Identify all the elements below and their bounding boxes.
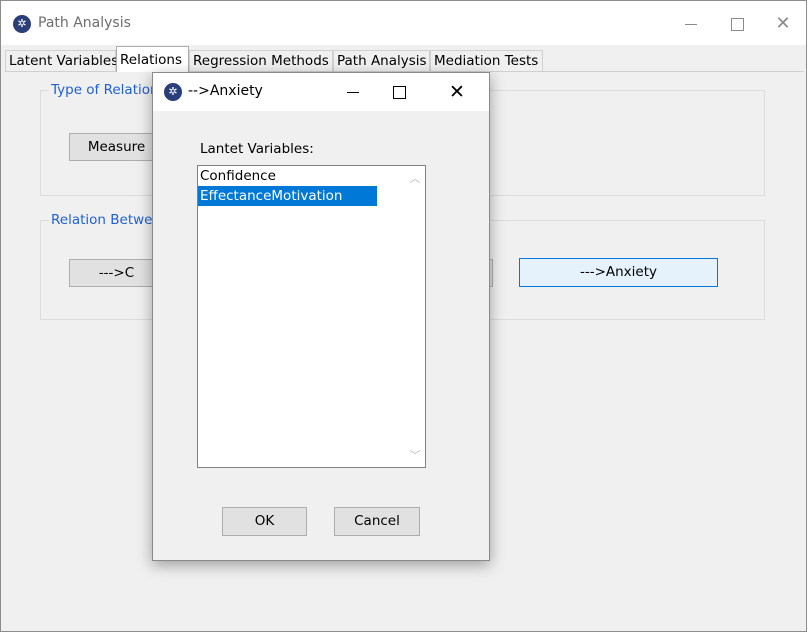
tab-mediation-tests[interactable]: Mediation Tests <box>430 50 543 71</box>
title-bar[interactable]: ✲ Path Analysis ✕ <box>1 1 806 45</box>
type-of-relation-title: Type of Relation <box>49 82 161 98</box>
app-logo-icon: ✲ <box>164 83 182 101</box>
tab-latent-variables[interactable]: Latent Variables <box>5 50 118 71</box>
close-icon: ✕ <box>449 81 465 103</box>
latent-variables-listbox[interactable]: Confidence EffectanceMotivation ︿ ﹀ <box>197 165 426 468</box>
close-icon: ✕ <box>775 13 791 34</box>
tab-regression-methods[interactable]: Regression Methods <box>189 50 333 71</box>
dialog-close-button[interactable]: ✕ <box>437 77 477 107</box>
close-button[interactable]: ✕ <box>760 9 806 39</box>
list-label: Lantet Variables: <box>200 141 314 157</box>
ok-button[interactable]: OK <box>222 507 307 536</box>
minimize-button[interactable] <box>668 9 714 39</box>
cancel-button[interactable]: Cancel <box>334 507 420 536</box>
maximize-button[interactable] <box>714 9 760 39</box>
anxiety-relation-button[interactable]: --->Anxiety <box>519 258 718 287</box>
minimize-icon <box>347 92 359 93</box>
dialog-title-bar[interactable]: ✲ -->Anxiety ✕ <box>153 73 489 111</box>
maximize-icon <box>392 86 406 99</box>
window-title: Path Analysis <box>38 15 131 31</box>
chevron-down-icon[interactable]: ﹀ <box>407 447 423 463</box>
relation-between-title: Relation Betwee <box>49 212 163 228</box>
dialog-minimize-button[interactable] <box>333 77 373 107</box>
maximize-icon <box>730 18 744 31</box>
measurement-button[interactable]: Measure <box>69 133 164 161</box>
tab-relations[interactable]: Relations <box>116 46 189 72</box>
tab-path-analysis[interactable]: Path Analysis <box>333 50 430 71</box>
minimize-icon <box>685 24 697 25</box>
dialog-title: -->Anxiety <box>188 83 263 99</box>
anxiety-dialog: ✲ -->Anxiety ✕ Lantet Variables: Confide… <box>152 72 490 561</box>
app-logo-icon: ✲ <box>13 15 31 33</box>
chevron-up-icon[interactable]: ︿ <box>407 170 423 186</box>
list-item-effectance-motivation[interactable]: EffectanceMotivation <box>198 186 377 206</box>
relation-left-button[interactable]: --->C <box>69 259 164 287</box>
dialog-maximize-button[interactable] <box>379 77 419 107</box>
list-item-confidence[interactable]: Confidence <box>198 166 425 186</box>
